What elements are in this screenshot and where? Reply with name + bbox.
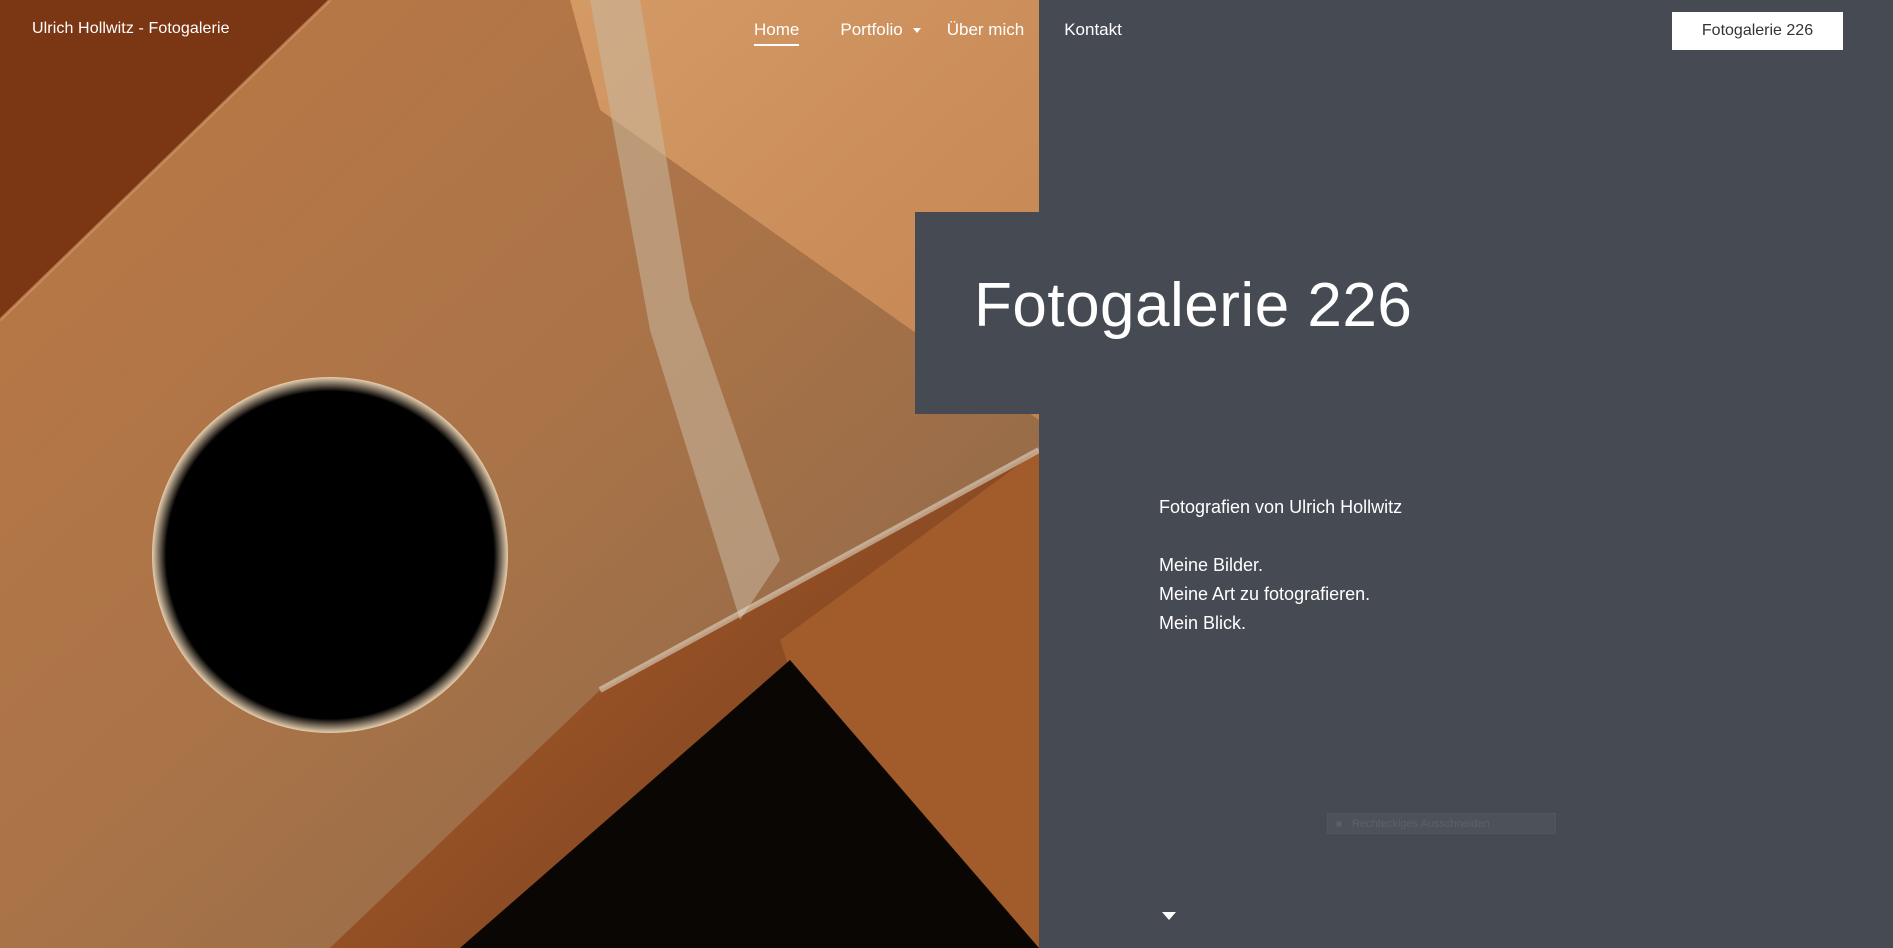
nav-item-portfolio-label: Portfolio (840, 20, 903, 39)
intro-line-1: Meine Bilder. (1159, 555, 1264, 575)
intro-line: Fotografien von Ulrich Hollwitz (1159, 497, 1403, 517)
nav-item-home[interactable]: Home (754, 20, 800, 46)
intro-text: Fotografien von Ulrich Hollwitz Meine Bi… (1159, 493, 1402, 638)
hero-photo (0, 0, 1039, 948)
ghost-tooltip: Rechteckiges Ausschneiden (1327, 813, 1556, 834)
page-title: Fotogalerie 226 (974, 271, 1413, 340)
nav-item-portfolio[interactable]: Portfolio (840, 20, 921, 46)
intro-line-2: Meine Art zu fotografieren. (1159, 584, 1371, 604)
nav-item-about[interactable]: Über mich (947, 20, 1024, 46)
site-title[interactable]: Ulrich Hollwitz - Fotogalerie (32, 20, 230, 38)
right-panel (1039, 0, 1893, 948)
chevron-down-icon[interactable] (912, 28, 921, 34)
intro-line-3: Mein Blick. (1159, 613, 1247, 633)
nav-item-contact[interactable]: Kontakt (1064, 20, 1122, 46)
rusted-steel-image (0, 0, 1039, 948)
tooltip-icon (1336, 820, 1342, 827)
gallery-cta-button[interactable]: Fotogalerie 226 (1672, 12, 1843, 50)
main-nav: Home Portfolio Über mich Kontakt (754, 20, 1122, 46)
tooltip-label: Rechteckiges Ausschneiden (1352, 817, 1490, 830)
caret-down-icon[interactable] (1162, 912, 1176, 920)
